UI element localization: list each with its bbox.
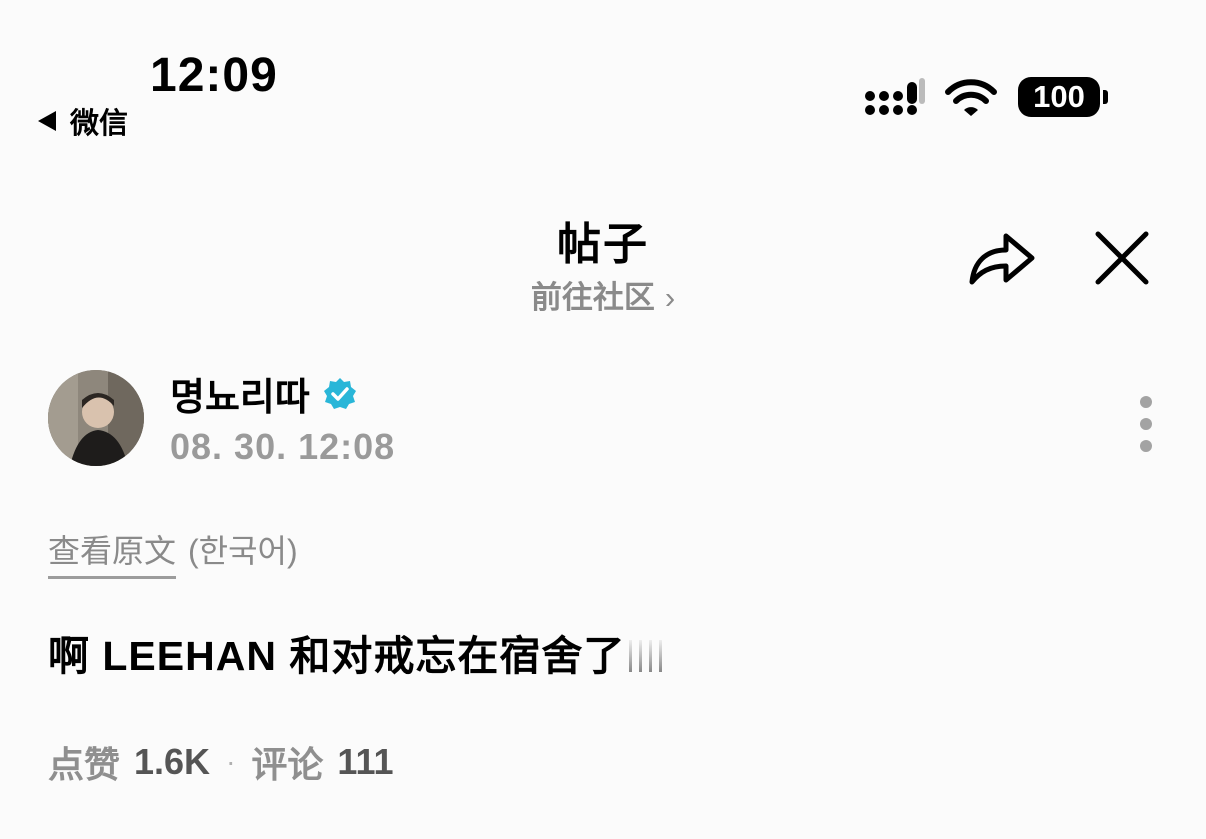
author-name: 명뇨리따 <box>170 377 310 419</box>
status-time: 12:09 <box>150 49 278 102</box>
post-body-text: 啊 LEEHAN 和对戒忘在宿舍了 <box>48 633 626 679</box>
more-dot <box>1140 418 1152 430</box>
more-options-button[interactable] <box>1128 396 1164 456</box>
comments-count[interactable]: 111 <box>337 741 393 783</box>
signal-icon <box>865 78 925 115</box>
likes-count[interactable]: 1.6K <box>134 741 210 783</box>
share-icon[interactable] <box>964 224 1040 290</box>
close-icon[interactable] <box>1090 226 1154 290</box>
author-name-row[interactable]: 명뇨리따 <box>170 366 358 421</box>
stats-separator: · <box>226 746 236 777</box>
post-timestamp: 08. 30. 12:08 <box>170 426 396 467</box>
comments-label: 评论 <box>251 744 324 785</box>
avatar-photo <box>48 370 144 466</box>
chevron-right-icon: › <box>664 280 676 315</box>
verified-badge-icon <box>323 377 356 409</box>
view-original-row: 查看原文 (한국어) <box>48 526 298 579</box>
battery-icon: 100 <box>1018 76 1108 118</box>
more-dot <box>1140 396 1152 408</box>
likes-label: 点赞 <box>48 744 121 785</box>
emoji-glyph <box>629 632 663 672</box>
back-to-app-button[interactable]: 微信 <box>38 100 128 142</box>
view-original-link[interactable]: 查看原文 <box>48 526 177 579</box>
avatar[interactable] <box>48 370 144 466</box>
back-app-label: 微信 <box>70 108 129 140</box>
back-triangle-icon <box>38 111 56 131</box>
post-stats: 点赞 1.6K · 评论 111 <box>48 736 394 788</box>
community-link-label: 前往社区 <box>530 280 655 315</box>
more-dot <box>1140 440 1152 452</box>
battery-level: 100 <box>1018 77 1100 117</box>
battery-nub <box>1103 90 1108 104</box>
post-content: 啊 LEEHAN 和对戒忘在宿舍了 <box>48 622 663 682</box>
wifi-icon <box>945 79 997 116</box>
original-language-label: (한국어) <box>188 533 298 569</box>
